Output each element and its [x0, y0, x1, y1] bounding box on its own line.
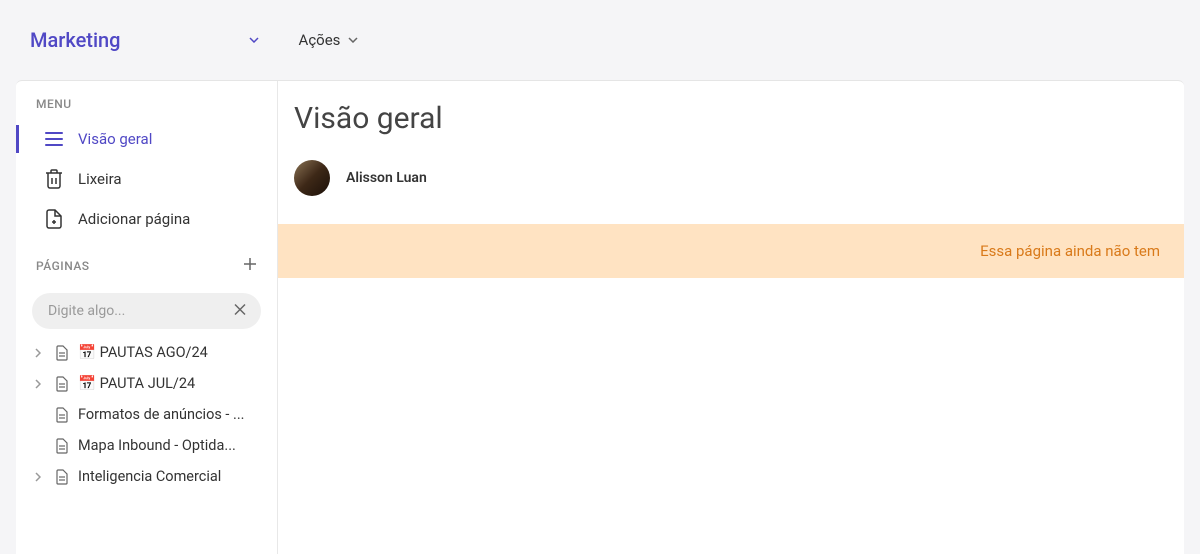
trash-icon	[44, 169, 64, 189]
pages-header: PÁGINAS	[16, 239, 277, 285]
page-item-inteligencia[interactable]: Inteligencia Comercial	[16, 461, 277, 492]
chevron-down-icon	[348, 37, 358, 43]
chevron-right-icon[interactable]	[30, 348, 46, 358]
chevron-down-icon	[249, 37, 259, 43]
list-icon	[44, 129, 64, 149]
menu-section-label: MENU	[16, 97, 277, 119]
actions-label: Ações	[299, 31, 341, 49]
add-page-icon	[44, 209, 64, 229]
document-icon	[54, 407, 70, 423]
menu-item-label: Adicionar página	[78, 210, 190, 228]
menu-item-label: Lixeira	[78, 170, 122, 188]
menu-item-trash[interactable]: Lixeira	[16, 159, 277, 199]
main-container: MENU Visão geral Lixeira	[16, 80, 1184, 554]
author-section: Alisson Luan	[294, 160, 1184, 196]
header: Marketing Ações	[0, 0, 1200, 80]
page-label: Mapa Inbound - Optida...	[78, 437, 263, 454]
page-item-pautas-ago[interactable]: 📅 PAUTAS AGO/24	[16, 337, 277, 368]
author-name: Alisson Luan	[346, 170, 427, 186]
page-title: Visão geral	[294, 101, 1184, 136]
pages-section-label: PÁGINAS	[36, 259, 90, 273]
document-icon	[54, 345, 70, 361]
sidebar: MENU Visão geral Lixeira	[16, 81, 278, 554]
page-label: 📅 PAUTAS AGO/24	[78, 344, 263, 361]
avatar[interactable]	[294, 160, 330, 196]
page-item-pauta-jul[interactable]: 📅 PAUTA JUL/24	[16, 368, 277, 399]
search-box	[32, 293, 261, 329]
page-item-mapa-inbound[interactable]: Mapa Inbound - Optida...	[16, 430, 277, 461]
page-label: 📅 PAUTA JUL/24	[78, 375, 263, 392]
page-label: Formatos de anúncios - ...	[78, 406, 263, 423]
search-input[interactable]	[32, 293, 261, 329]
menu-item-label: Visão geral	[78, 130, 152, 148]
document-icon	[54, 376, 70, 392]
page-label: Inteligencia Comercial	[78, 468, 263, 485]
workspace-dropdown[interactable]: Marketing	[30, 28, 259, 52]
banner-text: Essa página ainda não tem	[980, 242, 1160, 260]
main-content: Visão geral Alisson Luan Essa página ain…	[278, 81, 1184, 554]
chevron-right-icon[interactable]	[30, 472, 46, 482]
workspace-title: Marketing	[30, 28, 121, 52]
actions-dropdown[interactable]: Ações	[299, 31, 359, 49]
page-item-formatos[interactable]: Formatos de anúncios - ...	[16, 399, 277, 430]
document-icon	[54, 469, 70, 485]
add-page-button[interactable]	[243, 257, 257, 275]
warning-banner: Essa página ainda não tem	[278, 224, 1184, 278]
menu-item-add-page[interactable]: Adicionar página	[16, 199, 277, 239]
menu-item-overview[interactable]: Visão geral	[16, 119, 277, 159]
clear-icon[interactable]	[233, 302, 247, 321]
document-icon	[54, 438, 70, 454]
chevron-right-icon[interactable]	[30, 379, 46, 389]
